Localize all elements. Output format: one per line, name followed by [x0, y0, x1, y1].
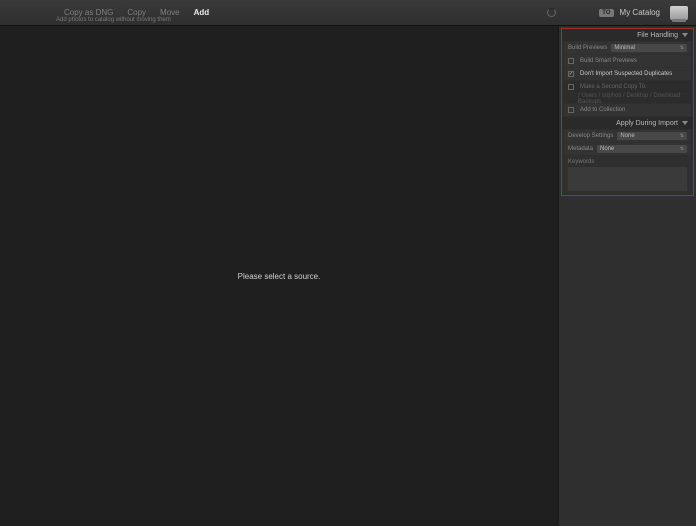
- dont-import-row[interactable]: Don't Import Suspected Duplicates: [564, 68, 691, 80]
- make-second-label: Make a Second Copy To:: [580, 84, 647, 90]
- build-previews-label: Build Previews: [568, 45, 607, 51]
- right-sidepanel: File Handling Build Previews Minimal ⇅ B…: [558, 26, 696, 526]
- hard-drive-icon[interactable]: [670, 6, 688, 20]
- develop-settings-dropdown[interactable]: None ⇅: [617, 132, 687, 140]
- add-collection-label: Add to Collection: [580, 107, 625, 113]
- second-path-text: / Users / sophos / Desktop / Download Ba…: [578, 93, 687, 105]
- dont-import-label: Don't Import Suspected Duplicates: [580, 71, 672, 77]
- build-smart-checkbox[interactable]: [568, 58, 574, 64]
- metadata-value: None: [600, 146, 614, 152]
- catalog-label[interactable]: My Catalog: [620, 8, 660, 17]
- dropdown-arrows-icon: ⇅: [680, 45, 684, 51]
- main-area: Please select a source. File Handling Bu…: [0, 26, 696, 526]
- collapse-triangle-icon: [682, 121, 688, 125]
- highlighted-panels: File Handling Build Previews Minimal ⇅ B…: [561, 28, 694, 196]
- file-handling-header[interactable]: File Handling: [562, 29, 693, 41]
- build-smart-row[interactable]: Build Smart Previews: [564, 55, 691, 67]
- make-second-checkbox[interactable]: [568, 84, 574, 90]
- keywords-label: Keywords: [568, 159, 687, 165]
- mode-move[interactable]: Move: [160, 8, 180, 17]
- mode-subtitle: Add photos to catalog without moving the…: [56, 17, 171, 23]
- keywords-input[interactable]: [568, 167, 687, 191]
- collapse-triangle-icon: [682, 33, 688, 37]
- mode-copy[interactable]: Copy: [127, 8, 146, 17]
- develop-settings-row: Develop Settings None ⇅: [564, 130, 691, 142]
- loading-spinner-icon: [547, 8, 556, 17]
- build-previews-value: Minimal: [614, 45, 635, 51]
- keywords-area: Keywords: [564, 157, 691, 193]
- destination-group: TO My Catalog: [599, 6, 688, 20]
- apply-during-header[interactable]: Apply During Import: [562, 117, 693, 129]
- file-handling-title: File Handling: [637, 32, 678, 39]
- develop-settings-value: None: [620, 133, 634, 139]
- top-toolbar: Copy as DNG Copy Move Add Add photos to …: [0, 0, 696, 26]
- mode-add[interactable]: Add: [194, 8, 210, 17]
- make-second-row[interactable]: Make a Second Copy To:: [564, 81, 691, 93]
- import-mode-tabs: Copy as DNG Copy Move Add: [64, 8, 209, 17]
- metadata-label: Metadata: [568, 146, 593, 152]
- dont-import-checkbox[interactable]: [568, 71, 574, 77]
- build-previews-dropdown[interactable]: Minimal ⇅: [611, 44, 687, 52]
- dropdown-arrows-icon: ⇅: [680, 133, 684, 139]
- metadata-row: Metadata None ⇅: [564, 143, 691, 155]
- build-previews-row: Build Previews Minimal ⇅: [564, 42, 691, 54]
- mode-copy-dng[interactable]: Copy as DNG: [64, 8, 113, 17]
- preview-area: Please select a source.: [0, 26, 558, 526]
- add-collection-row[interactable]: Add to Collection: [564, 104, 691, 116]
- dropdown-arrows-icon: ⇅: [680, 146, 684, 152]
- to-badge: TO: [599, 9, 613, 17]
- preview-message: Please select a source.: [238, 272, 321, 281]
- build-smart-label: Build Smart Previews: [580, 58, 637, 64]
- metadata-dropdown[interactable]: None ⇅: [597, 145, 687, 153]
- apply-during-title: Apply During Import: [616, 120, 678, 127]
- add-collection-checkbox[interactable]: [568, 107, 574, 113]
- second-path-row: / Users / sophos / Desktop / Download Ba…: [564, 94, 691, 103]
- develop-settings-label: Develop Settings: [568, 133, 613, 139]
